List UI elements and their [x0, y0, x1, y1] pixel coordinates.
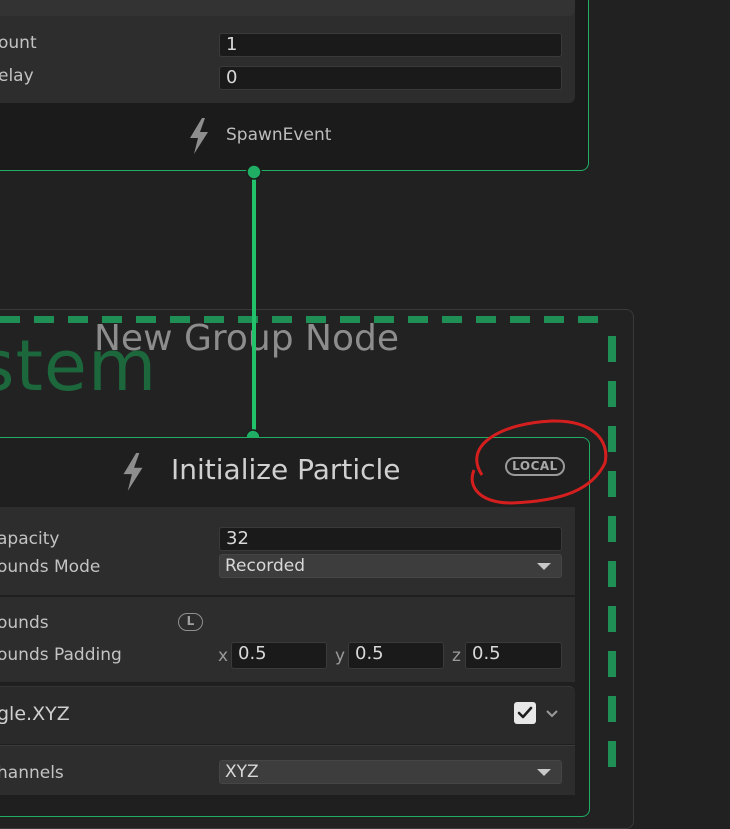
block-header[interactable] [0, 686, 575, 744]
capacity-label: apacity [0, 529, 60, 549]
bounds-mode-label: ounds Mode [0, 557, 101, 577]
bounds-label: ounds [0, 613, 49, 633]
channels-label: hannels [0, 763, 64, 783]
initialize-settings-section [0, 507, 575, 595]
padding-y-label: y [335, 646, 346, 666]
block-title: gle.XYZ [0, 703, 70, 725]
padding-z-label: z [452, 646, 461, 666]
chevron-down-icon[interactable] [545, 708, 559, 720]
bounds-local-badge[interactable]: L [178, 613, 203, 631]
bounds-mode-value: Recorded [225, 556, 305, 576]
padding-y-field[interactable]: 0.5 [348, 642, 444, 669]
channels-value: XYZ [225, 762, 259, 782]
block-enabled-checkbox[interactable] [514, 702, 536, 724]
capacity-field[interactable]: 32 [219, 527, 562, 551]
bounds-mode-dropdown[interactable]: Recorded [219, 554, 562, 578]
checkmark-icon [517, 706, 533, 719]
padding-z-field[interactable]: 0.5 [465, 642, 562, 669]
chevron-down-icon [537, 769, 551, 776]
padding-x-field[interactable]: 0.5 [231, 642, 327, 669]
padding-x-label: x [218, 646, 229, 666]
initialize-bounds-section [0, 597, 575, 682]
initialize-lightning-icon [123, 453, 143, 491]
chevron-down-icon [537, 563, 551, 570]
red-annotation-circle [470, 419, 608, 505]
bounds-padding-label: ounds Padding [0, 645, 122, 665]
channels-dropdown[interactable]: XYZ [219, 760, 562, 784]
initialize-title: Initialize Particle [171, 453, 401, 486]
